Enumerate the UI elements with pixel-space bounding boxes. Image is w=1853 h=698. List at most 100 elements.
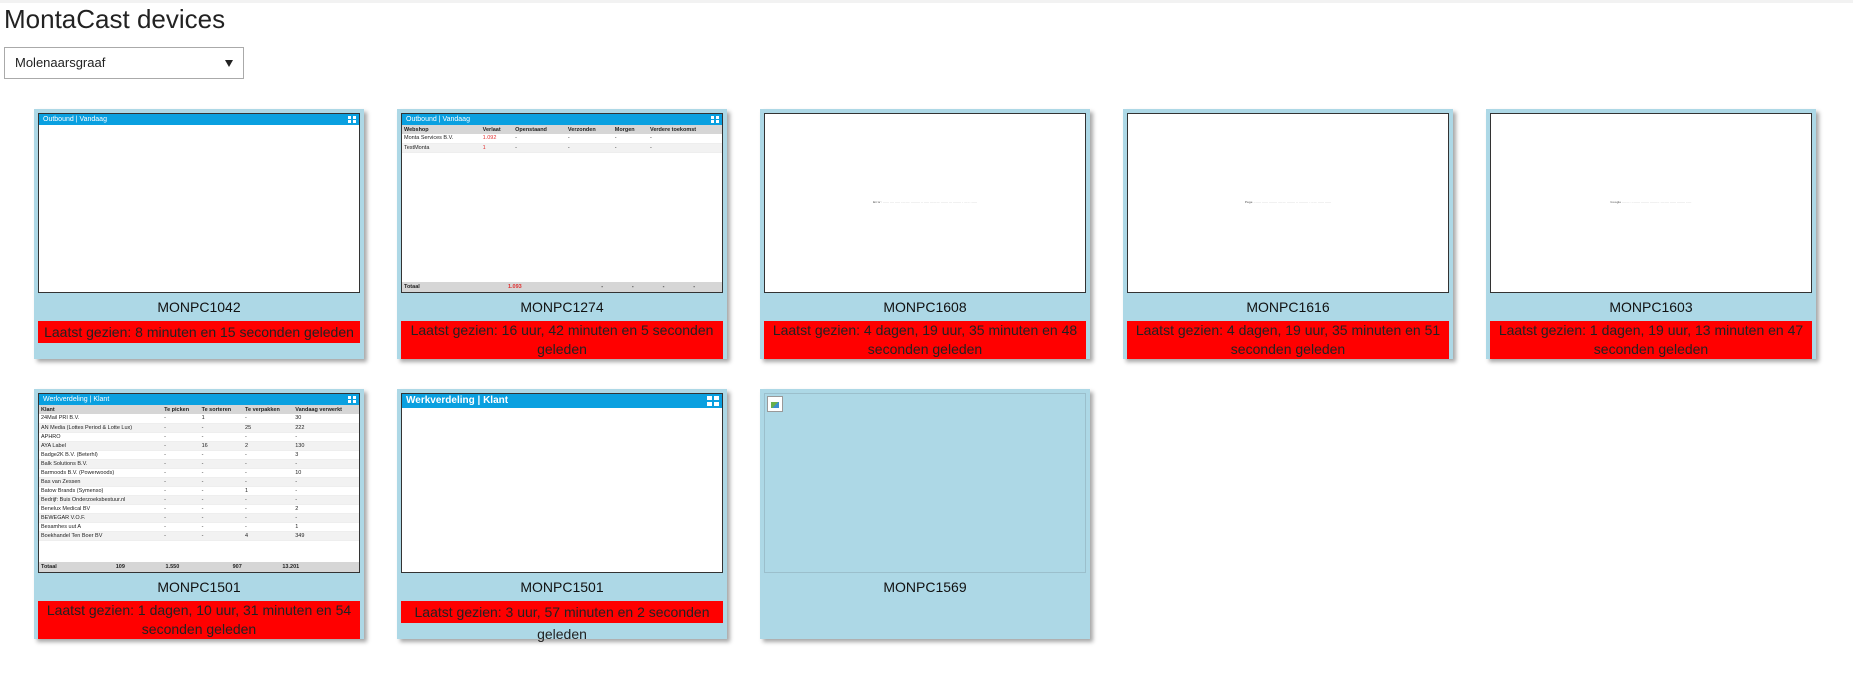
device-card[interactable]: Werkverdeling | Klant MONPC1501 Laatst g… — [397, 389, 727, 642]
panel-title-bar: Outbound | Vandaag — [39, 114, 359, 125]
expand-icon — [711, 116, 719, 123]
table-cell: - — [243, 432, 294, 442]
table-cell: - — [199, 450, 244, 460]
column-header: Vandaag verwerkt — [293, 405, 359, 414]
table-cell: - — [162, 468, 200, 478]
table-cell: - — [162, 423, 200, 433]
column-header: Morgen — [612, 125, 648, 134]
table-row: Boekhandel Ten Boer BV - -4 349 — [39, 531, 359, 541]
table-cell: - — [199, 513, 244, 523]
table-cell: 349 — [293, 531, 359, 541]
table-cell: - — [162, 477, 200, 487]
table-row: TestMonta 1 - - - - — [402, 143, 722, 153]
table-cell: 1.092 — [480, 134, 514, 144]
device-card[interactable]: Outbound | Vandaag Webshop Verlaat Opens… — [397, 109, 727, 359]
werkverdeling-table: Klant Te picken Te sorteren Te verpakken… — [39, 405, 359, 541]
table-cell: Balk Solutions B.V. — [39, 459, 163, 469]
table-cell: - — [199, 423, 244, 433]
table-cell: - — [162, 441, 200, 451]
table-cell: - — [599, 282, 630, 292]
panel-title: Outbound | Vandaag — [43, 116, 107, 123]
location-select[interactable]: Molenaarsgraaf — [4, 47, 244, 79]
table-cell: - — [243, 522, 294, 532]
table-cell: 1 — [199, 414, 244, 424]
device-card[interactable]: Error: ...... .... ..... ........ ......… — [760, 109, 1090, 359]
table-cell: Monta Services B.V. — [402, 134, 481, 144]
table-cell: - — [243, 504, 294, 514]
table-cell: 13.201 — [280, 562, 359, 572]
table-cell: - — [647, 143, 722, 153]
table-cell: 10 — [293, 468, 359, 478]
table-cell: - — [647, 134, 722, 144]
device-card[interactable]: Werkverdeling | Klant Klant Te picken Te… — [34, 389, 364, 639]
table-cell: - — [162, 513, 200, 523]
table-cell: 3 — [293, 450, 359, 460]
table-row: APHRO - - - - — [39, 432, 359, 442]
table-cell: 130 — [293, 441, 359, 451]
panel-title-bar: Werkverdeling | Klant — [39, 394, 359, 405]
panel-title: Werkverdeling | Klant — [406, 395, 509, 406]
table-cell: - — [162, 504, 200, 514]
table-cell: - — [513, 143, 566, 153]
chevron-down-icon — [225, 60, 233, 67]
table-cell: - — [199, 459, 244, 469]
device-card[interactable]: Google ........ ........ ........ ......… — [1486, 109, 1816, 359]
panel-title: Werkverdeling | Klant — [43, 396, 110, 403]
table-cell: - — [243, 450, 294, 460]
table-cell: - — [293, 432, 359, 442]
table-cell: 1.550 — [163, 562, 231, 572]
location-select-value: Molenaarsgraaf — [15, 55, 106, 70]
last-seen-status: Laatst gezien: 16 uur, 42 minuten en 5 s… — [401, 321, 723, 359]
table-cell: - — [162, 459, 200, 469]
screen-tiny-text: Google ........ ........ ........ ......… — [1610, 200, 1692, 204]
device-card[interactable]: Page ....... ...... ........ ....... ...… — [1123, 109, 1453, 359]
table-row: Monta Services B.V. 1.092 - - - - — [402, 134, 722, 144]
top-bar — [0, 0, 1853, 3]
table-cell: Bas van Zessen — [39, 477, 163, 487]
table-cell: Bedrijf: Buis Onderzoeksbestuur.nl — [39, 495, 163, 505]
table-cell: 222 — [293, 423, 359, 433]
device-screenshot: Outbound | Vandaag — [38, 113, 360, 293]
panel-title-bar: Outbound | Vandaag — [402, 114, 722, 125]
table-cell: 1 — [293, 522, 359, 532]
table-cell: - — [243, 468, 294, 478]
device-card[interactable]: MONPC1569 — [760, 389, 1090, 639]
screen-tiny-text: Error: ...... .... ..... ........ ......… — [873, 200, 977, 204]
table-total-row: Totaal 1.093 - - - - — [402, 282, 722, 292]
table-cell: - — [162, 450, 200, 460]
table-cell: - — [199, 531, 244, 541]
table-cell: 1 — [243, 486, 294, 496]
column-header: Webshop — [402, 125, 481, 134]
table-cell: - — [243, 459, 294, 469]
column-header: Verdere toekomst — [647, 125, 722, 134]
table-cell: 16 — [199, 441, 244, 451]
table-row: Bas van Zessen - - - - — [39, 477, 359, 487]
device-card[interactable]: Outbound | Vandaag MONPC1042 Laatst gezi… — [34, 109, 364, 359]
device-name: MONPC1608 — [883, 299, 967, 315]
table-cell: - — [199, 477, 244, 487]
table-cell: - — [162, 522, 200, 532]
device-name: MONPC1501 — [520, 579, 604, 595]
table-total-row: Totaal 109 1.550 907 13.201 — [39, 562, 359, 572]
table-cell: TestMonta — [402, 143, 481, 153]
table-cell: - — [162, 414, 200, 424]
table-cell: - — [162, 432, 200, 442]
table-cell: 30 — [293, 414, 359, 424]
table-cell: 1 — [480, 143, 514, 153]
table-cell: 2 — [243, 441, 294, 451]
table-row: BEWEGAR V.O.F. - - - - — [39, 513, 359, 523]
table-cell: - — [162, 486, 200, 496]
page-title: MontaCast devices — [4, 4, 226, 34]
device-screenshot: Werkverdeling | Klant — [401, 393, 723, 573]
table-row: AYA Label -16 2 130 — [39, 441, 359, 451]
table-cell: - — [513, 134, 566, 144]
table-cell: - — [565, 134, 613, 144]
table-cell: - — [199, 522, 244, 532]
device-name: MONPC1501 — [157, 579, 241, 595]
table-cell: - — [243, 477, 294, 487]
column-header: Verlaat — [480, 125, 514, 134]
table-cell: - — [199, 495, 244, 505]
table-row: AN Media (Lottes Period & Lotte Lux) - -25… — [39, 423, 359, 433]
table-cell: Badge2K B.V. (Beterhl) — [39, 450, 163, 460]
table-cell: - — [691, 282, 722, 292]
